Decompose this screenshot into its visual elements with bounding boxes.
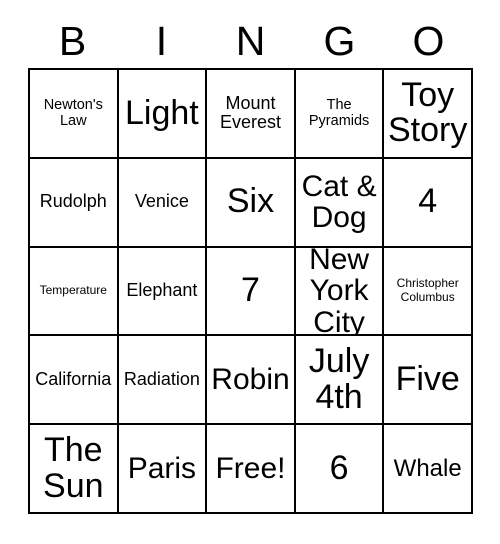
- bingo-cell[interactable]: California: [30, 336, 119, 426]
- bingo-cell-label: Free!: [215, 451, 286, 485]
- bingo-cell-label: California: [35, 368, 112, 389]
- header-letter-o: O: [412, 17, 445, 64]
- bingo-header-row: B I N G O: [28, 14, 473, 68]
- bingo-cell-label: July 4th: [308, 342, 370, 416]
- bingo-cell-label: Five: [395, 359, 460, 398]
- bingo-cell[interactable]: Robin: [207, 336, 296, 426]
- bingo-cell-label: Rudolph: [39, 191, 107, 212]
- bingo-cell-label: Light: [125, 93, 199, 132]
- bingo-cell-label: The Pyramids: [308, 97, 370, 130]
- bingo-cell-label: Temperature: [39, 283, 107, 298]
- bingo-cell[interactable]: New York City: [295, 247, 385, 337]
- bingo-cell-label: Six: [226, 182, 275, 221]
- bingo-cell[interactable]: 4: [384, 158, 473, 248]
- bingo-cell[interactable]: Newton's Law: [30, 70, 119, 159]
- bingo-cell-label: Newton's Law: [43, 97, 103, 130]
- bingo-cell[interactable]: Toy Story: [384, 70, 473, 159]
- bingo-cell-label: Radiation: [123, 368, 200, 389]
- bingo-cell-label: Toy Story: [388, 75, 468, 150]
- bingo-cell[interactable]: Six: [207, 158, 296, 248]
- bingo-cell[interactable]: Rudolph: [30, 158, 119, 248]
- bingo-cell-label: Paris: [127, 451, 197, 485]
- bingo-cell[interactable]: Cat & Dog: [295, 158, 385, 248]
- bingo-cell-label: New York City: [309, 247, 370, 337]
- bingo-cell[interactable]: Christopher Columbus: [384, 247, 473, 337]
- bingo-cell[interactable]: 6: [295, 425, 385, 514]
- bingo-cell[interactable]: 7: [207, 247, 296, 337]
- bingo-cell[interactable]: Venice: [118, 158, 208, 248]
- header-letter-n: N: [235, 17, 266, 64]
- bingo-cell[interactable]: Whale: [384, 425, 473, 514]
- bingo-cell[interactable]: Five: [384, 336, 473, 426]
- bingo-cell-label: Christopher Columbus: [396, 276, 459, 304]
- bingo-cell-label: 7: [241, 271, 260, 310]
- bingo-cell[interactable]: July 4th: [295, 336, 385, 426]
- bingo-cell-free[interactable]: Free!: [207, 425, 296, 514]
- bingo-cell-label: Whale: [393, 454, 462, 482]
- bingo-cell[interactable]: Radiation: [118, 336, 208, 426]
- bingo-cell[interactable]: Elephant: [118, 247, 208, 337]
- bingo-grid: Newton's Law Light Mount Everest The Pyr…: [28, 68, 473, 514]
- bingo-cell-label: 6: [329, 448, 349, 487]
- bingo-cell[interactable]: The Sun: [30, 425, 119, 514]
- bingo-cell-label: 4: [418, 182, 438, 221]
- bingo-cell-label: Cat & Dog: [301, 169, 377, 235]
- bingo-cell-label: Mount Everest: [219, 92, 281, 133]
- header-letter-b: B: [58, 17, 87, 64]
- bingo-cell-label: Robin: [211, 363, 290, 397]
- bingo-card: B I N G O Newton's Law Light Mount Evere…: [0, 0, 500, 544]
- bingo-cell[interactable]: Paris: [118, 425, 208, 514]
- bingo-cell-label: Venice: [134, 191, 189, 212]
- bingo-cell[interactable]: Light: [118, 70, 208, 159]
- bingo-cell[interactable]: Mount Everest: [207, 70, 296, 159]
- bingo-cell[interactable]: Temperature: [30, 247, 119, 337]
- header-letter-i: I: [155, 17, 168, 64]
- bingo-cell[interactable]: The Pyramids: [295, 70, 385, 159]
- bingo-cell-label: Elephant: [126, 280, 198, 301]
- header-letter-g: G: [323, 17, 356, 64]
- bingo-cell-label: The Sun: [43, 430, 104, 505]
